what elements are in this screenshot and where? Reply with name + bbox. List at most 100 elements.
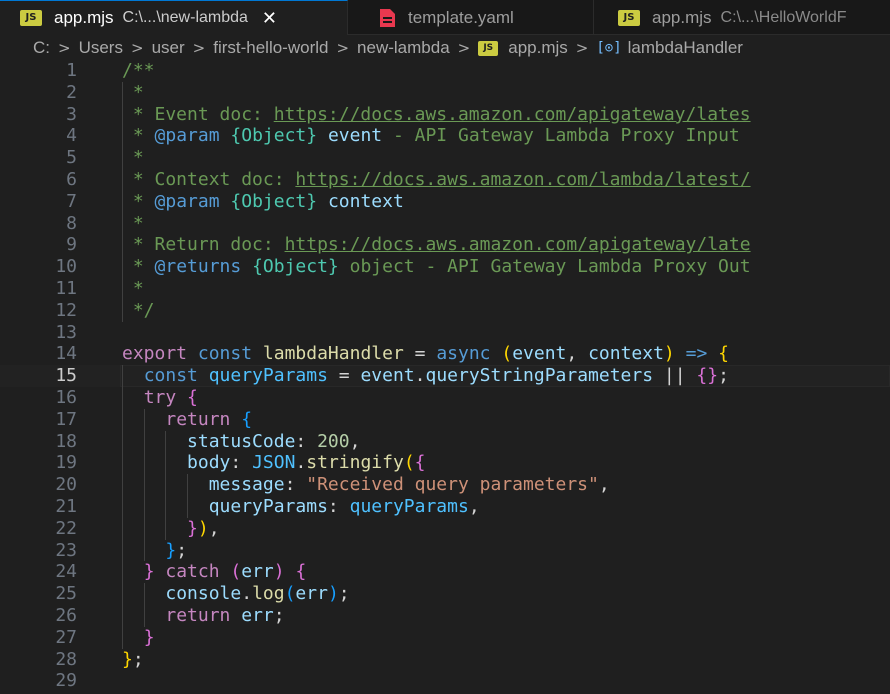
indent-guide — [122, 561, 123, 584]
close-icon[interactable]: ✕ — [262, 8, 277, 29]
tab-app-mjs-helloworld[interactable]: JS app.mjs C:\...\HelloWorldF — [594, 0, 890, 35]
line-number: 6 — [66, 168, 77, 190]
code-text: statusCode: 200, — [122, 431, 360, 453]
code-line[interactable]: 12 */ — [0, 299, 890, 322]
code-line[interactable]: 1 /** — [0, 60, 890, 82]
tab-app-mjs-new-lambda[interactable]: JS app.mjs C:\...\new-lambda ✕ — [0, 0, 348, 35]
code-line[interactable]: 13 — [0, 322, 890, 344]
code-line[interactable]: 16 try { — [0, 386, 890, 409]
code-token: , — [598, 474, 610, 496]
breadcrumb-item-drive[interactable]: C: — [33, 38, 50, 58]
indent-guide — [122, 256, 123, 278]
code-line[interactable]: 25 console.log(err); — [0, 583, 890, 605]
code-token: : — [295, 430, 318, 452]
code-editor[interactable]: 1/** 2 * 3 * Event doc: https://docs.aws.a… — [0, 60, 890, 694]
code-line[interactable]: 27 } — [0, 626, 890, 649]
code-token: @returns — [154, 256, 242, 278]
code-line[interactable]: 22 }), — [0, 517, 890, 540]
indent-guide — [122, 190, 123, 213]
indent-guide — [143, 517, 145, 540]
code-line[interactable]: 29 — [0, 670, 890, 692]
code-token: { — [295, 561, 307, 583]
code-line[interactable]: 4 * @param {Object} event - API Gateway … — [0, 125, 890, 148]
code-line[interactable]: 8 * — [0, 212, 890, 235]
tab-template-yaml[interactable]: template.yaml — [348, 0, 594, 35]
code-token: , — [349, 430, 361, 452]
code-line[interactable]: 6 * Context doc: https://docs.aws.amazon… — [0, 168, 890, 191]
code-token: , — [468, 495, 480, 517]
code-line[interactable]: 14 export const lambdaHandler = async (ev… — [0, 343, 890, 365]
indent-guide — [165, 474, 167, 496]
indent-guide — [122, 277, 123, 300]
code-line[interactable]: 9 * Return doc: https://docs.aws.amazon.… — [0, 234, 890, 257]
breadcrumb-item-symbol[interactable]: lambdaHandler — [628, 38, 743, 58]
indent-guide — [143, 583, 145, 605]
line-number: 14 — [55, 343, 77, 365]
code-token: JSON — [252, 452, 296, 474]
code-token: err — [241, 604, 274, 626]
breadcrumb-item-file[interactable]: app.mjs — [508, 38, 568, 58]
indent-guide — [122, 583, 123, 605]
breadcrumb-item-user[interactable]: user — [152, 38, 185, 58]
code-line[interactable]: 26 return err; — [0, 604, 890, 627]
code-token: log — [252, 583, 285, 605]
code-line[interactable]: 10 * @returns {Object} object - API Gate… — [0, 256, 890, 278]
code-token: * — [122, 256, 155, 278]
javascript-file-icon: JS — [478, 40, 499, 56]
line-number: 7 — [66, 190, 77, 212]
indent-guide — [122, 539, 123, 562]
breadcrumb-item-users[interactable]: Users — [79, 38, 123, 58]
indent-guide — [122, 234, 123, 257]
code-line[interactable]: 3 * Event doc: https://docs.aws.amazon.c… — [0, 103, 890, 126]
chevron-right-icon: > — [58, 39, 71, 57]
breadcrumb-item-first-hello-world[interactable]: first-hello-world — [213, 38, 328, 58]
line-number: 15 — [55, 365, 77, 387]
code-line[interactable]: 17 return { — [0, 408, 890, 431]
code-line[interactable]: 15 const queryParams = event.queryString… — [0, 365, 890, 387]
code-text: const queryParams = event.queryStringPar… — [122, 365, 729, 387]
line-number: 25 — [55, 583, 77, 605]
line-number: 21 — [55, 495, 77, 517]
indent-guide — [122, 125, 123, 148]
breadcrumb-item-new-lambda[interactable]: new-lambda — [357, 38, 450, 58]
code-line[interactable]: 18 statusCode: 200, — [0, 430, 890, 453]
code-token: body — [187, 452, 231, 474]
code-token: ) — [273, 561, 285, 583]
code-token: ) — [663, 343, 675, 365]
code-token: } — [122, 648, 133, 670]
code-line[interactable]: 5 * — [0, 147, 890, 169]
code-line[interactable]: 19 body: JSON.stringify({ — [0, 452, 890, 475]
code-line[interactable]: 7 * @param {Object} context — [0, 190, 890, 213]
code-line[interactable]: 23 }; — [0, 539, 890, 562]
code-token: ; — [176, 539, 188, 561]
indent-guide — [122, 626, 123, 649]
code-token: * Context doc: — [122, 168, 296, 190]
chevron-right-icon: > — [336, 39, 350, 57]
code-line[interactable]: 2 * — [0, 81, 890, 104]
code-text: queryParams: queryParams, — [122, 496, 480, 518]
code-text: * Return doc: https://docs.aws.amazon.co… — [122, 234, 751, 256]
line-number: 19 — [55, 452, 77, 474]
code-line[interactable]: 24 } catch (err) { — [0, 561, 890, 584]
code-token: ) — [327, 583, 339, 605]
code-token: context — [588, 343, 664, 365]
code-text: * — [122, 213, 144, 235]
code-text: * Context doc: https://docs.aws.amazon.c… — [122, 169, 751, 191]
indent-guide — [122, 81, 123, 104]
javascript-file-icon: JS — [618, 9, 640, 26]
code-line[interactable]: 20 message: "Received query parameters", — [0, 474, 890, 496]
code-line[interactable]: 11 * — [0, 277, 890, 300]
line-number: 5 — [66, 147, 77, 169]
code-text: console.log(err); — [122, 583, 349, 605]
code-line[interactable]: 21 queryParams: queryParams, — [0, 495, 890, 518]
code-line[interactable]: 28}; — [0, 649, 890, 671]
tab-label: app.mjs — [652, 7, 712, 27]
